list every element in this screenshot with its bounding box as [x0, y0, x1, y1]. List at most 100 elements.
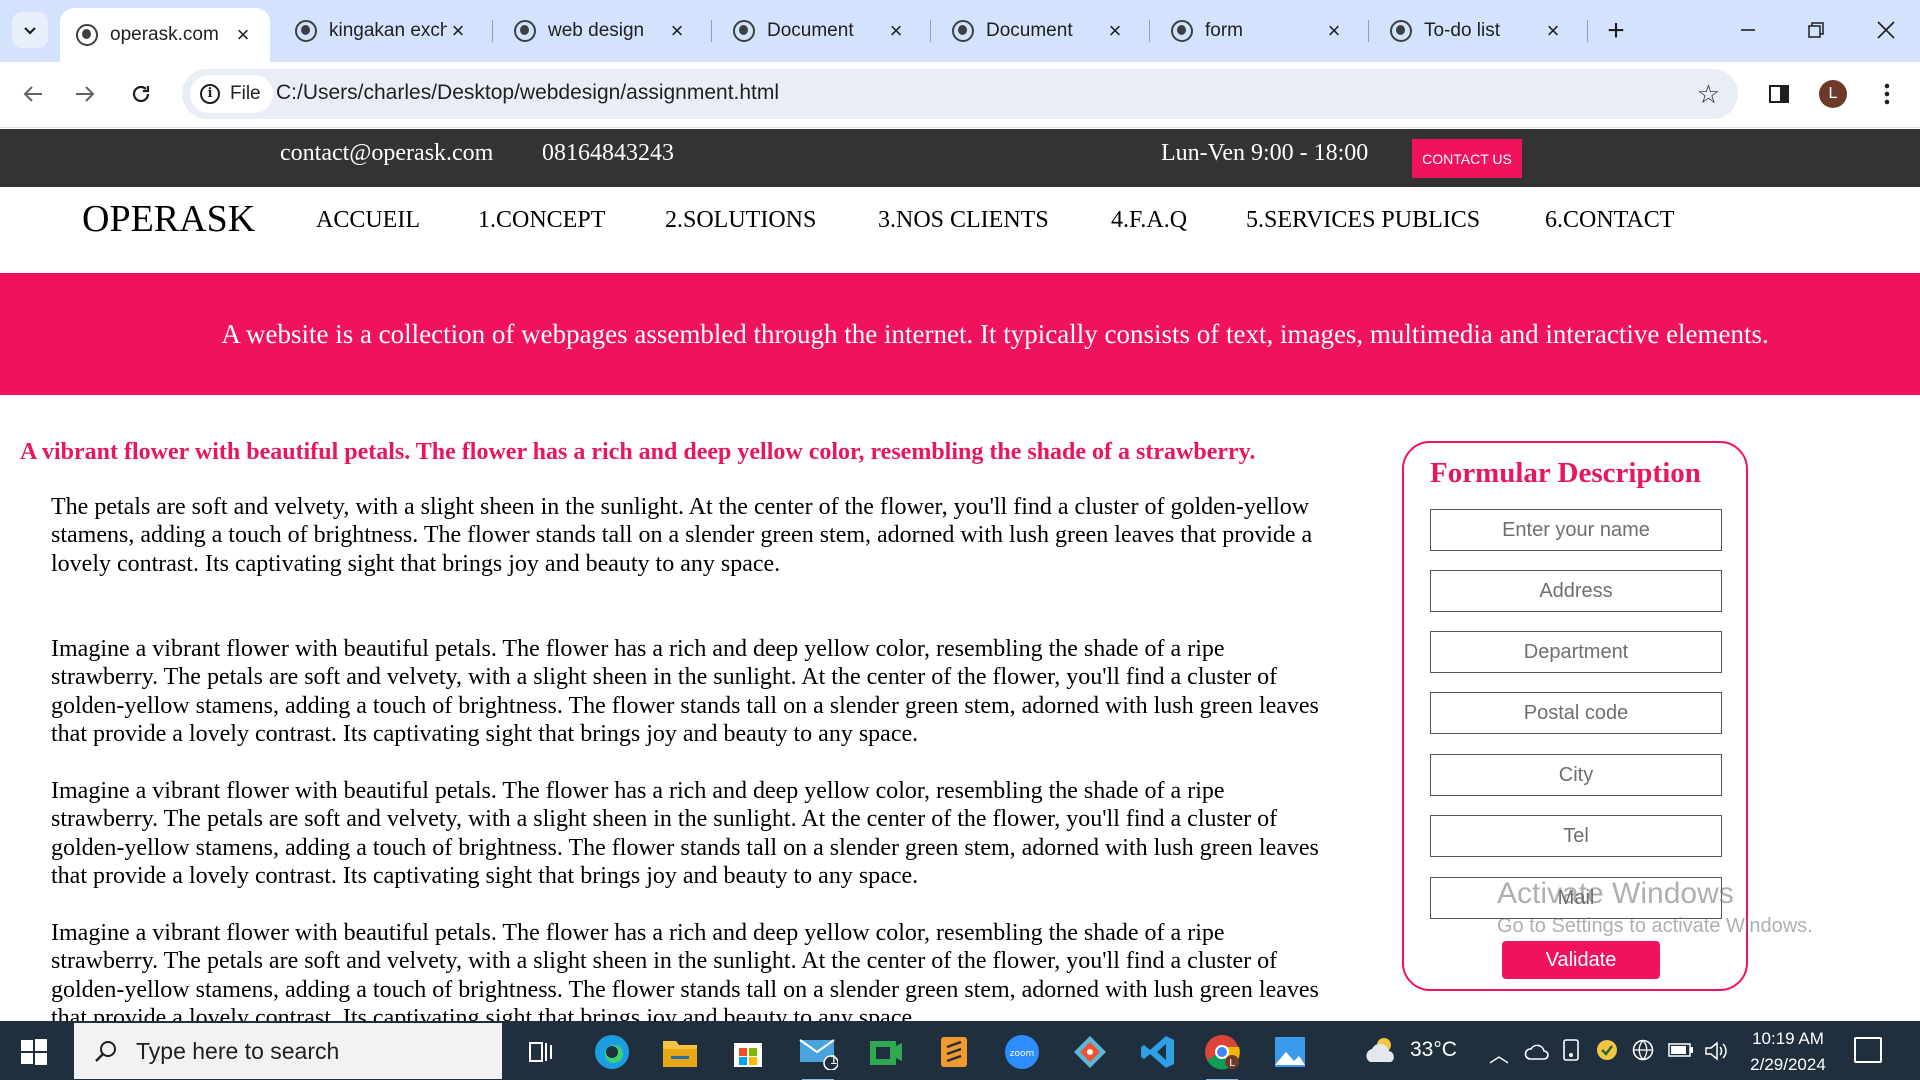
address-field[interactable] — [1430, 570, 1722, 612]
tab-title: web design — [548, 20, 645, 41]
zoom-icon: zoom — [1005, 1035, 1039, 1069]
globe-icon — [76, 24, 98, 46]
globe-icon — [514, 20, 536, 42]
battery-icon[interactable] — [1668, 1043, 1694, 1057]
device-icon[interactable] — [1562, 1039, 1580, 1061]
edge-icon — [595, 1035, 629, 1069]
minimize-icon — [1741, 29, 1755, 31]
photos-icon — [1275, 1037, 1305, 1067]
task-view-button[interactable] — [518, 1030, 562, 1074]
tab-operask[interactable]: operask.com × — [60, 8, 270, 62]
nav-faq[interactable]: 4.F.A.Q — [1111, 207, 1187, 234]
tab-document-2[interactable]: Document × — [936, 8, 1142, 54]
browser-toolbar: i File C:/Users/charles/Desktop/webdesig… — [0, 62, 1920, 128]
weather-widget[interactable]: 33°C — [1362, 1035, 1457, 1065]
tab-close-icon[interactable]: × — [447, 18, 469, 44]
globe-network-icon[interactable] — [1632, 1039, 1654, 1061]
address-bar[interactable]: i File C:/Users/charles/Desktop/webdesig… — [182, 69, 1738, 119]
close-window-button[interactable] — [1861, 10, 1911, 50]
tab-document-1[interactable]: Document × — [717, 8, 923, 54]
url-text[interactable]: C:/Users/charles/Desktop/webdesign/assig… — [276, 81, 779, 105]
globe-icon — [952, 20, 974, 42]
tab-close-icon[interactable]: × — [1542, 18, 1564, 44]
store-app[interactable] — [726, 1030, 770, 1074]
nav-services-publics[interactable]: 5.SERVICES PUBLICS — [1246, 207, 1480, 234]
sublime-app[interactable] — [932, 1030, 976, 1074]
nav-nos-clients[interactable]: 3.NOS CLIENTS — [878, 207, 1049, 234]
photos-app[interactable] — [1268, 1030, 1312, 1074]
opening-hours: Lun-Ven 9:00 - 18:00 — [1161, 140, 1369, 166]
hero-banner: A website is a collection of webpages as… — [0, 273, 1920, 395]
vscode-icon — [1141, 1036, 1174, 1068]
start-button[interactable] — [14, 1035, 54, 1069]
forward-arrow-icon — [76, 86, 95, 102]
tab-close-icon[interactable]: × — [666, 18, 688, 44]
tab-title: form — [1205, 20, 1243, 41]
globe-icon — [1171, 20, 1193, 42]
volume-icon[interactable] — [1704, 1040, 1728, 1062]
back-button[interactable] — [15, 76, 51, 112]
windows-start-icon — [21, 1039, 47, 1065]
file-explorer-icon — [663, 1041, 697, 1067]
tab-title: kingakan exch — [329, 20, 447, 41]
tab-kingakan[interactable]: kingakan exch × — [279, 8, 485, 54]
minimize-button[interactable] — [1723, 10, 1773, 50]
reload-button[interactable] — [123, 76, 159, 112]
taskbar-clock[interactable]: 10:19 AM 2/29/2024 — [1744, 1026, 1832, 1078]
taskbar-search[interactable]: Type here to search — [74, 1023, 502, 1079]
close-icon — [1877, 21, 1895, 39]
restore-icon — [1808, 22, 1824, 38]
tab-title: operask.com — [110, 24, 219, 45]
banner-text: A website is a collection of webpages as… — [221, 318, 1769, 349]
tab-web-design[interactable]: web design × — [498, 8, 704, 54]
tab-divider — [1368, 20, 1369, 42]
edge-app[interactable] — [590, 1030, 634, 1074]
tab-divider — [711, 20, 712, 42]
norton-icon[interactable] — [1596, 1039, 1618, 1061]
side-panel-button[interactable] — [1761, 76, 1797, 112]
new-tab-button[interactable]: + — [1598, 14, 1634, 50]
chrome-icon: L — [1205, 1035, 1240, 1070]
name-field[interactable] — [1430, 509, 1722, 551]
activate-windows-watermark: Activate Windows Go to Settings to activ… — [1497, 877, 1813, 938]
watermark-title: Activate Windows — [1497, 877, 1734, 910]
tab-close-icon[interactable]: × — [885, 18, 907, 44]
tab-divider — [492, 20, 493, 42]
vscode-app[interactable] — [1136, 1030, 1180, 1074]
tab-title: Document — [986, 20, 1073, 41]
tab-search-button[interactable] — [12, 12, 48, 48]
article-headline: A vibrant flower with beautiful petals. … — [20, 439, 1256, 465]
nav-contact[interactable]: 6.CONTACT — [1545, 207, 1674, 234]
nav-concept[interactable]: 1.CONCEPT — [478, 207, 605, 234]
bookmark-star-icon[interactable]: ☆ — [1697, 79, 1720, 110]
city-field[interactable] — [1430, 754, 1722, 796]
contact-us-button[interactable]: CONTACT US — [1412, 139, 1522, 178]
nav-accueil[interactable]: ACCUEIL — [316, 207, 420, 234]
nav-solutions[interactable]: 2.SOLUTIONS — [665, 207, 816, 234]
file-explorer-app[interactable] — [658, 1030, 702, 1074]
restore-button[interactable] — [1791, 10, 1841, 50]
chevron-up-icon[interactable]: ︿ — [1489, 1039, 1509, 1068]
tab-close-icon[interactable]: × — [232, 22, 254, 48]
notification-icon[interactable] — [1854, 1037, 1882, 1063]
tab-close-icon[interactable]: × — [1104, 18, 1126, 44]
site-info-chip[interactable]: i File — [190, 75, 273, 113]
tab-to-do-list[interactable]: To-do list × — [1374, 8, 1580, 54]
tel-field[interactable] — [1430, 815, 1722, 857]
mail-app[interactable]: 1 — [796, 1030, 840, 1080]
camtasia-app[interactable] — [864, 1030, 908, 1074]
department-field[interactable] — [1430, 631, 1722, 673]
postal-code-field[interactable] — [1430, 692, 1722, 734]
zoom-app[interactable]: zoom — [1000, 1030, 1044, 1074]
chrome-app[interactable]: L — [1200, 1030, 1244, 1080]
browser-menu-button[interactable] — [1869, 76, 1905, 112]
tab-close-icon[interactable]: × — [1323, 18, 1345, 44]
profile-button[interactable]: L — [1815, 76, 1851, 112]
cloud-sync-icon[interactable] — [1524, 1041, 1550, 1061]
tab-form[interactable]: form × — [1155, 8, 1361, 54]
site-logo[interactable]: OPERASK — [82, 197, 255, 241]
article-paragraph: The petals are soft and velvety, with a … — [51, 494, 1313, 577]
validate-button[interactable]: Validate — [1502, 941, 1660, 979]
git-app[interactable] — [1068, 1030, 1112, 1074]
forward-button[interactable] — [67, 76, 103, 112]
